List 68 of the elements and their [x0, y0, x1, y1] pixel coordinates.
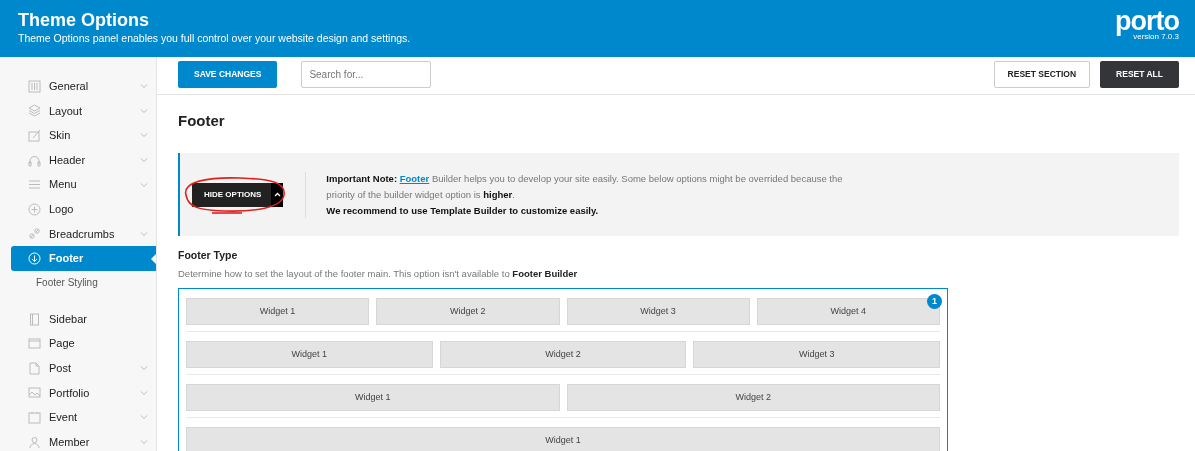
sidebar-item[interactable]: Page [11, 331, 156, 356]
note-text: Important Note: Footer Builder helps you to develop your site easily. Some below options might be overrided because the priority of the builder widget option is higher. [326, 171, 844, 202]
widget-slot: Widget 1 [186, 298, 370, 325]
chevron-down-icon [140, 414, 148, 421]
section-title: Footer [177, 111, 226, 131]
widget-slot: Widget 2 [439, 341, 687, 368]
selected-badge: 1 [927, 294, 942, 309]
chevron-down-icon [140, 230, 148, 237]
page-title: Theme Options [18, 9, 150, 31]
chevron-down-icon [140, 132, 148, 139]
headphones-icon [28, 153, 41, 167]
widget-slot: Widget 3 [566, 298, 750, 325]
layers-icon [28, 104, 41, 118]
layout-option[interactable]: Widget 1 Widget 2 Widget 3 Widget 4 1 [186, 289, 940, 332]
widget-slot: Widget 2 [376, 298, 560, 325]
chevron-down-icon [140, 439, 148, 445]
chevron-down-icon [140, 83, 148, 90]
widget-slot: Widget 1 [186, 341, 433, 368]
save-changes-button[interactable]: SAVE CHANGES [178, 61, 278, 88]
sidebar-item[interactable]: Breadcrumbs [11, 221, 156, 247]
document-icon [28, 361, 41, 375]
field-label: Footer Type [177, 248, 239, 263]
widget-slot: Widget 3 [693, 341, 940, 368]
sidebar-item[interactable]: Skin [11, 123, 156, 148]
chevron-down-icon [140, 365, 148, 372]
image-icon [28, 386, 41, 400]
field-description: Determine how to set the layout of the footer main. This option isn't available to Footer Builder [177, 266, 579, 281]
footer-link[interactable]: Footer [399, 172, 430, 184]
sidebar-item[interactable]: Sidebar [11, 306, 156, 332]
widget-slot: Widget 2 [566, 384, 940, 411]
download-icon [28, 251, 41, 265]
page-icon [28, 337, 41, 351]
menu-icon [28, 178, 41, 192]
sidebar-subitem[interactable]: Footer Styling [0, 270, 156, 307]
widget-slot: Widget 1 [186, 384, 560, 411]
sidebar-item[interactable]: Portfolio [11, 380, 156, 406]
chevron-down-icon [140, 157, 148, 164]
widget-slot: Widget 1 [186, 427, 940, 451]
hide-options-button[interactable]: HIDE OPTIONS [192, 182, 284, 207]
chevron-down-icon [140, 107, 148, 114]
notebook-icon [28, 312, 41, 326]
sidebar-item[interactable]: Member [11, 429, 156, 451]
user-icon [28, 435, 41, 449]
reset-all-button[interactable]: RESET ALL [1100, 61, 1179, 88]
sidebar-item[interactable]: General [11, 74, 156, 99]
page-subtitle: Theme Options panel enables you full control over your website design and settings. [18, 31, 411, 46]
sidebar-item[interactable]: Footer [11, 246, 156, 271]
layout-option[interactable]: Widget 1 Widget 2 [186, 375, 940, 418]
layout-option[interactable]: Widget 1 Widget 2 Widget 3 [186, 332, 940, 375]
note-recommendation: We recommend to use Template Builder to customize easily. [326, 203, 600, 218]
sidebar-item[interactable]: Layout [11, 98, 156, 124]
reset-section-button[interactable]: RESET SECTION [993, 61, 1091, 88]
chevron-down-icon [140, 181, 148, 188]
sliders-icon [28, 79, 41, 93]
link-icon [28, 227, 41, 241]
plus-circle-icon [28, 202, 41, 216]
search-field[interactable]: Search for... [301, 61, 432, 88]
pencil-icon [28, 129, 41, 142]
sidebar-item[interactable]: Menu [11, 172, 156, 197]
sidebar-item[interactable]: Post [11, 355, 156, 381]
layout-option[interactable]: Widget 1 [186, 418, 940, 451]
chevron-down-icon [140, 389, 148, 396]
sidebar-item[interactable]: Logo [11, 196, 156, 222]
calendar-icon [28, 410, 41, 424]
caret-up-icon [273, 192, 281, 197]
sidebar-item[interactable]: Event [11, 405, 156, 430]
version-label: version 7.0.3 [1133, 32, 1179, 43]
sidebar-item[interactable]: Header [11, 147, 156, 173]
